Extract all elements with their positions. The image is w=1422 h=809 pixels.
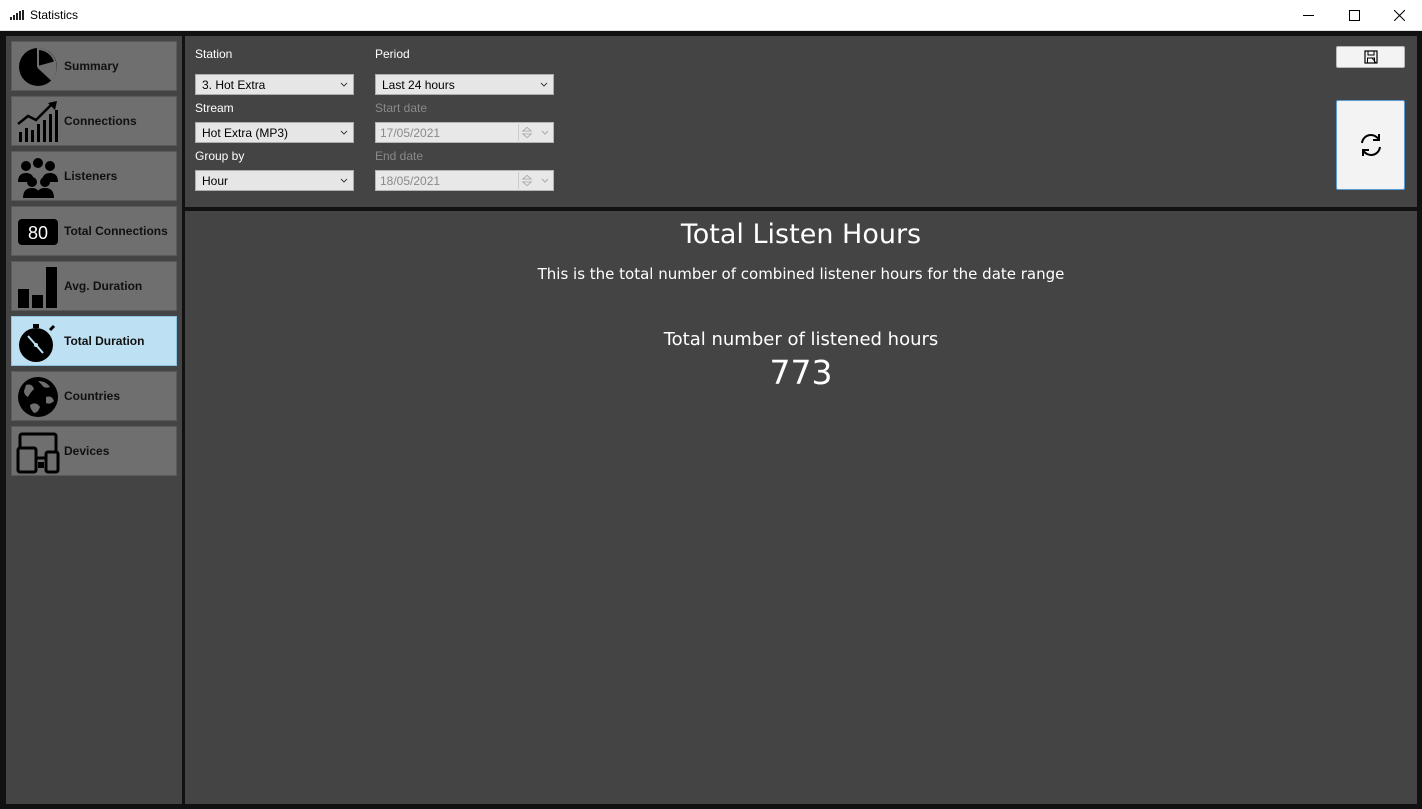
sidebar-item-label: Countries (64, 389, 121, 403)
close-icon (1393, 10, 1405, 21)
refresh-button[interactable] (1336, 100, 1405, 190)
sidebar-item-total-connections[interactable]: 80 Total Connections (11, 206, 177, 256)
group-by-label: Group by (195, 149, 245, 163)
sidebar-item-label: Listeners (64, 169, 118, 183)
sidebar-item-label: Avg. Duration (64, 279, 143, 293)
spinner-icon[interactable] (518, 172, 535, 189)
stopwatch-icon (19, 324, 56, 362)
stream-value: Hot Extra (MP3) (202, 126, 289, 140)
group-by-value: Hour (202, 174, 229, 188)
start-date-label: Start date (375, 101, 428, 115)
sidebar-item-avg-duration[interactable]: Avg. Duration (11, 261, 177, 311)
signal-bars-icon (10, 10, 24, 20)
people-group-icon (18, 158, 58, 198)
metric-value: 773 (769, 353, 833, 392)
period-value: Last 24 hours (382, 78, 455, 92)
stream-select[interactable]: Hot Extra (MP3) (195, 122, 354, 143)
devices-icon (16, 432, 60, 474)
sidebar-item-label: Total Connections (64, 224, 168, 238)
chevron-down-icon (540, 82, 548, 87)
globe-icon (18, 377, 58, 417)
sidebar-item-summary[interactable]: Summary (11, 41, 177, 91)
sidebar-item-listeners[interactable]: Listeners (11, 151, 177, 201)
trending-chart-icon (17, 101, 58, 142)
pie-chart-icon (19, 48, 57, 86)
end-date-label: End date (375, 149, 424, 163)
start-date-value: 17/05/2021 (380, 126, 441, 140)
minimize-icon (1302, 15, 1314, 16)
end-date-picker[interactable]: 18/05/2021 (375, 170, 554, 191)
page-subtitle: This is the total number of combined lis… (537, 265, 1065, 283)
end-date-value: 18/05/2021 (380, 174, 441, 188)
sidebar-item-devices[interactable]: Devices (11, 426, 177, 476)
sidebar-item-countries[interactable]: Countries (11, 371, 177, 421)
sidebar-item-label: Connections (64, 114, 137, 128)
save-button[interactable] (1336, 46, 1405, 68)
counter-badge: 80 (28, 223, 48, 243)
refresh-icon (1360, 134, 1381, 156)
counter-80-icon: 80 (18, 219, 58, 245)
sidebar-item-label: Devices (64, 444, 110, 458)
metric-label: Total number of listened hours (663, 329, 939, 350)
page-title: Total Listen Hours (680, 219, 922, 250)
chevron-down-icon (340, 82, 348, 87)
period-select[interactable]: Last 24 hours (375, 74, 554, 95)
maximize-button[interactable] (1331, 0, 1377, 31)
report-panel: Total Listen Hours This is the total num… (185, 211, 1417, 804)
station-label: Station (195, 47, 233, 61)
chevron-down-icon[interactable] (540, 174, 550, 186)
bar-chart-icon (18, 267, 57, 308)
filter-panel: Station 3. Hot Extra Stream Hot Extra (M… (185, 36, 1417, 207)
stream-label: Stream (195, 101, 234, 115)
chevron-down-icon (340, 130, 348, 135)
chevron-down-icon (340, 178, 348, 183)
period-label: Period (375, 47, 410, 61)
start-date-picker[interactable]: 17/05/2021 (375, 122, 554, 143)
sidebar-item-connections[interactable]: Connections (11, 96, 177, 146)
maximize-icon (1348, 10, 1360, 21)
save-icon (1363, 50, 1378, 64)
spinner-icon[interactable] (518, 124, 535, 141)
minimize-button[interactable] (1285, 0, 1331, 31)
sidebar-item-total-duration[interactable]: Total Duration (11, 316, 177, 366)
title-bar: Statistics (0, 0, 1422, 31)
group-by-select[interactable]: Hour (195, 170, 354, 191)
sidebar-item-label: Summary (64, 59, 119, 73)
chevron-down-icon[interactable] (540, 126, 550, 138)
station-select[interactable]: 3. Hot Extra (195, 74, 354, 95)
sidebar: Summary Connections Listeners 80 Total C… (6, 36, 182, 804)
sidebar-item-label: Total Duration (64, 334, 145, 348)
window-title: Statistics (30, 8, 79, 22)
station-value: 3. Hot Extra (202, 78, 266, 92)
close-button[interactable] (1376, 0, 1422, 31)
